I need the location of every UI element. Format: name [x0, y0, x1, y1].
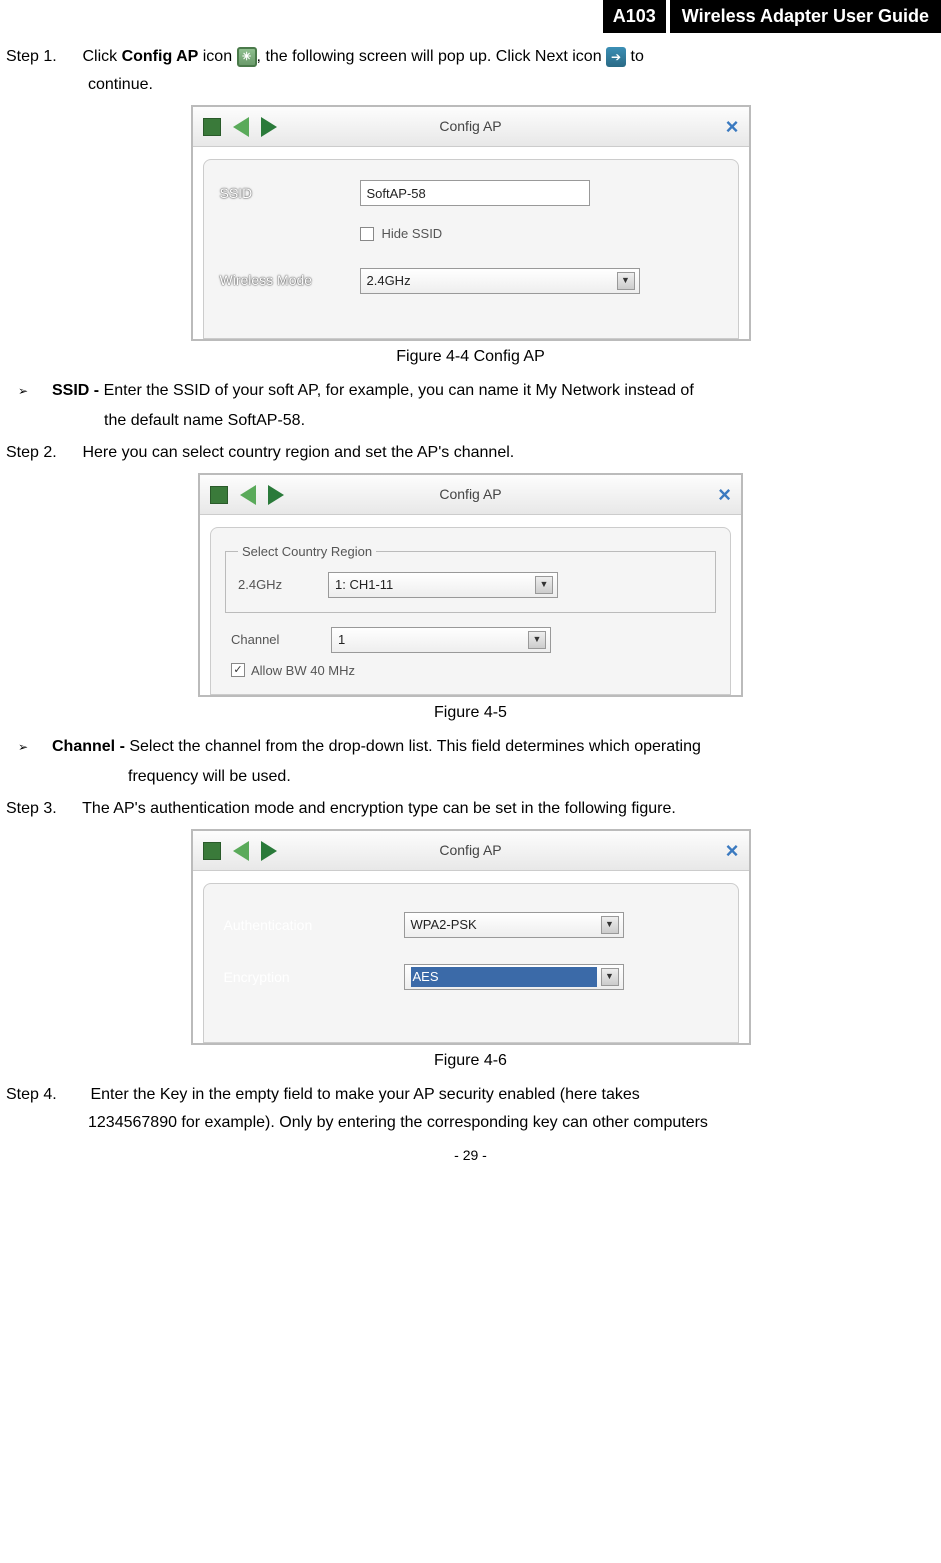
- next-arrow-icon[interactable]: [261, 841, 277, 861]
- titlebar-2: Config AP ×: [200, 475, 741, 515]
- chevron-down-icon: ▼: [535, 576, 553, 594]
- page-number: - 29 -: [6, 1145, 935, 1166]
- next-arrow-icon[interactable]: [268, 485, 284, 505]
- channel-bullet: ➢ Channel - Select the channel from the …: [18, 735, 935, 789]
- close-icon[interactable]: ×: [726, 110, 739, 143]
- panel-region: Select Country Region 2.4GHz 1: CH1-11 ▼…: [210, 527, 731, 695]
- back-arrow-icon[interactable]: [233, 841, 249, 861]
- panel-ssid: SSID Hide SSID Wireless Mode 2.4GHz ▼: [203, 159, 739, 339]
- close-icon[interactable]: ×: [718, 478, 731, 511]
- panel-auth: Authentication WPA2-PSK ▼ Encryption AES…: [203, 883, 739, 1043]
- window-title: Config AP: [439, 484, 501, 505]
- auth-dropdown[interactable]: WPA2-PSK ▼: [404, 912, 624, 938]
- config-ap-window-1: Config AP × SSID Hide SSID Wireless Mode…: [191, 105, 751, 341]
- step-1-label: Step 1.: [6, 45, 78, 69]
- stop-icon[interactable]: [210, 486, 228, 504]
- titlebar-3: Config AP ×: [193, 831, 749, 871]
- chevron-down-icon: ▼: [601, 968, 619, 986]
- figure-4-4: Config AP × SSID Hide SSID Wireless Mode…: [6, 105, 935, 369]
- ssid-row: SSID: [220, 180, 722, 206]
- window-title: Config AP: [439, 116, 501, 137]
- step-4: Step 4. Enter the Key in the empty field…: [6, 1083, 935, 1107]
- region-legend: Select Country Region: [238, 542, 376, 562]
- ssid-bullet: ➢ SSID - Enter the SSID of your soft AP,…: [18, 379, 935, 433]
- figure-4-5: Config AP × Select Country Region 2.4GHz…: [6, 473, 935, 725]
- config-ap-window-3: Config AP × Authentication WPA2-PSK ▼ En…: [191, 829, 751, 1045]
- allow-bw-label: Allow BW 40 MHz: [251, 661, 355, 681]
- wireless-mode-dropdown[interactable]: 2.4GHz ▼: [360, 268, 640, 294]
- chevron-down-icon: ▼: [617, 272, 635, 290]
- allow-bw-row: ✓ Allow BW 40 MHz: [231, 661, 716, 681]
- auth-row: Authentication WPA2-PSK ▼: [224, 912, 718, 938]
- enc-label: Encryption: [224, 967, 404, 988]
- hide-ssid-checkbox[interactable]: [360, 227, 374, 241]
- bullet-marker: ➢: [18, 379, 52, 433]
- ssid-input[interactable]: [360, 180, 590, 206]
- step-3: Step 3. The AP's authentication mode and…: [6, 797, 935, 821]
- figure-4-6: Config AP × Authentication WPA2-PSK ▼ En…: [6, 829, 935, 1073]
- channel-row: Channel 1 ▼: [231, 627, 716, 653]
- config-ap-window-2: Config AP × Select Country Region 2.4GHz…: [198, 473, 743, 697]
- wireless-mode-row: Wireless Mode 2.4GHz ▼: [220, 268, 722, 294]
- chevron-down-icon: ▼: [528, 631, 546, 649]
- hide-ssid-row: Hide SSID: [360, 224, 722, 244]
- next-arrow-icon: ➔: [606, 47, 626, 67]
- enc-row: Encryption AES ▼: [224, 964, 718, 990]
- channel-dropdown[interactable]: 1 ▼: [331, 627, 551, 653]
- bullet-marker: ➢: [18, 735, 52, 789]
- doc-title: Wireless Adapter User Guide: [670, 0, 941, 33]
- doc-code: A103: [603, 0, 666, 33]
- step-4-label: Step 4.: [6, 1083, 78, 1107]
- step-4-continue: 1234567890 for example). Only by enterin…: [88, 1111, 935, 1135]
- page-header: A103 Wireless Adapter User Guide: [0, 0, 941, 33]
- country-region-fieldset: Select Country Region 2.4GHz 1: CH1-11 ▼: [225, 542, 716, 613]
- ssid-label: SSID: [220, 183, 360, 204]
- chevron-down-icon: ▼: [601, 916, 619, 934]
- region-dropdown[interactable]: 1: CH1-11 ▼: [328, 572, 558, 598]
- allow-bw-checkbox[interactable]: ✓: [231, 663, 245, 677]
- figure-4-4-caption: Figure 4-4 Config AP: [6, 345, 935, 369]
- step-2-label: Step 2.: [6, 441, 78, 465]
- channel-label: Channel: [231, 630, 331, 650]
- page-content: Step 1. Click Config AP icon ✳, the foll…: [0, 45, 941, 1166]
- window-title: Config AP: [439, 840, 501, 861]
- wireless-mode-label: Wireless Mode: [220, 270, 360, 291]
- next-arrow-icon[interactable]: [261, 117, 277, 137]
- back-arrow-icon[interactable]: [240, 485, 256, 505]
- region-band-row: 2.4GHz 1: CH1-11 ▼: [238, 572, 703, 598]
- region-band-label: 2.4GHz: [238, 575, 328, 595]
- stop-icon[interactable]: [203, 842, 221, 860]
- back-arrow-icon[interactable]: [233, 117, 249, 137]
- enc-dropdown[interactable]: AES ▼: [404, 964, 624, 990]
- stop-icon[interactable]: [203, 118, 221, 136]
- close-icon[interactable]: ×: [726, 834, 739, 867]
- step-2: Step 2. Here you can select country regi…: [6, 441, 935, 465]
- step-1-continue: continue.: [88, 73, 935, 97]
- figure-4-5-caption: Figure 4-5: [6, 701, 935, 725]
- hide-ssid-label: Hide SSID: [382, 224, 443, 244]
- step-1: Step 1. Click Config AP icon ✳, the foll…: [6, 45, 935, 69]
- auth-label: Authentication: [224, 915, 404, 936]
- figure-4-6-caption: Figure 4-6: [6, 1049, 935, 1073]
- config-ap-icon: ✳: [237, 47, 257, 67]
- step-3-label: Step 3.: [6, 797, 78, 821]
- titlebar-1: Config AP ×: [193, 107, 749, 147]
